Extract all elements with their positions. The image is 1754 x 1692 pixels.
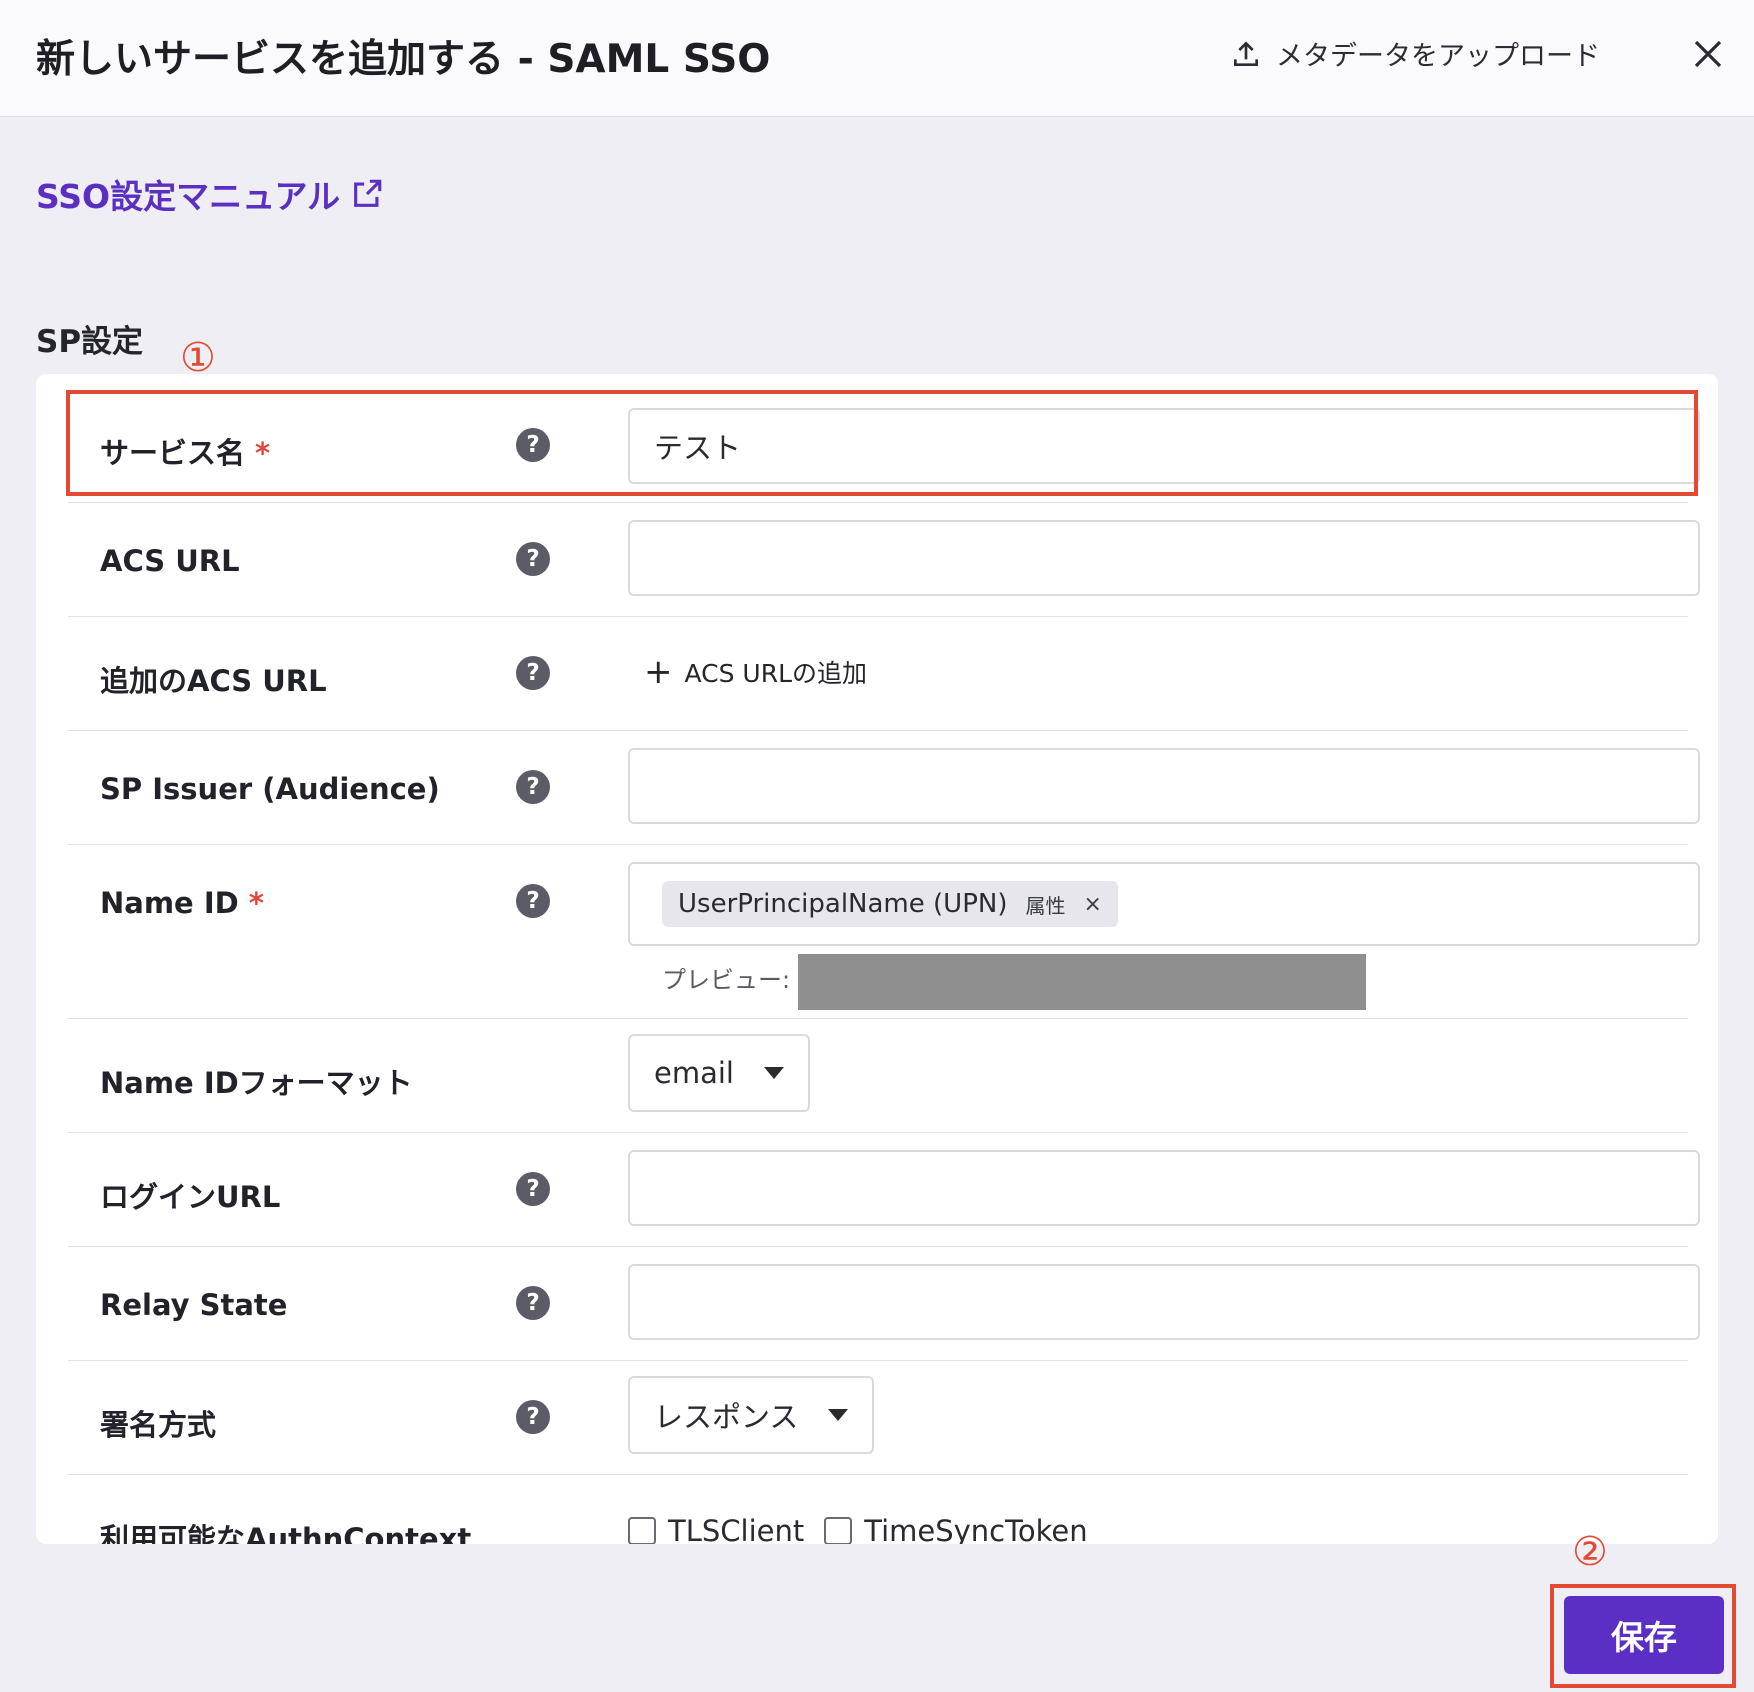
row-sp-issuer: SP Issuer (Audience) ? <box>68 730 1700 845</box>
sp-settings-card: サービス名 * ? テスト ACS URL ? 追加のACS URL ? + AC… <box>36 374 1718 1544</box>
upload-metadata-button[interactable]: メタデータをアップロード <box>1230 34 1600 73</box>
help-icon[interactable]: ? <box>516 656 550 690</box>
checkbox-label: TimeSyncToken <box>864 1514 1088 1544</box>
checkbox-timesynctoken[interactable]: TimeSyncToken <box>824 1514 1088 1544</box>
name-id-format-select[interactable]: email <box>628 1034 810 1112</box>
name-id-label: Name ID * <box>100 886 264 920</box>
annotation-highlight-1 <box>66 390 1698 496</box>
external-link-icon <box>354 179 382 207</box>
caret-down-icon <box>763 1067 784 1079</box>
checkbox-label: TLSClient <box>668 1514 805 1544</box>
additional-acs-url-label: 追加のACS URL <box>100 664 327 698</box>
sp-issuer-input[interactable] <box>628 748 1700 824</box>
dialog-title: 新しいサービスを追加する - SAML SSO <box>36 37 771 82</box>
login-url-input[interactable] <box>628 1150 1700 1226</box>
help-icon[interactable]: ? <box>516 884 550 918</box>
dialog-header: 新しいサービスを追加する - SAML SSO メタデータをアップロード <box>0 0 1754 117</box>
row-name-id-format: Name IDフォーマット email <box>68 1018 1688 1133</box>
annotation-marker-1: ① <box>180 335 216 381</box>
checkbox-box[interactable] <box>628 1517 656 1544</box>
help-icon[interactable]: ? <box>516 770 550 804</box>
row-login-url: ログインURL ? <box>68 1132 1700 1247</box>
signing-method-value: レスポンス <box>654 1400 799 1434</box>
name-id-input[interactable]: UserPrincipalName (UPN) 属性 × <box>628 862 1700 946</box>
chip-remove-icon[interactable]: × <box>1083 892 1101 917</box>
name-id-format-value: email <box>654 1056 734 1090</box>
preview-label: プレビュー: <box>662 966 791 994</box>
row-name-id: Name ID * ? UserPrincipalName (UPN) 属性 × … <box>68 844 1700 1019</box>
help-icon[interactable]: ? <box>516 1286 550 1320</box>
signing-method-select[interactable]: レスポンス <box>628 1376 875 1454</box>
acs-url-label: ACS URL <box>100 544 240 578</box>
section-title: SP設定 <box>36 324 144 360</box>
checkbox-tlsclient[interactable]: TLSClient <box>628 1514 804 1544</box>
close-icon[interactable] <box>1690 36 1726 72</box>
relay-state-label: Relay State <box>100 1288 288 1322</box>
name-id-chip: UserPrincipalName (UPN) 属性 × <box>662 881 1118 927</box>
preview-redacted-value <box>798 954 1366 1010</box>
sp-issuer-label: SP Issuer (Audience) <box>100 772 440 806</box>
add-acs-url-label: ACS URLの追加 <box>684 659 868 688</box>
name-id-format-label: Name IDフォーマット <box>100 1066 413 1100</box>
save-button[interactable]: 保存 <box>1564 1596 1724 1674</box>
login-url-label: ログインURL <box>100 1180 281 1214</box>
plus-icon: + <box>644 652 673 692</box>
row-relay-state: Relay State ? <box>68 1246 1700 1361</box>
signing-method-label: 署名方式 <box>100 1408 217 1442</box>
upload-metadata-label: メタデータをアップロード <box>1276 41 1600 72</box>
authn-context-options: TLSClient TimeSyncToken <box>628 1514 1088 1544</box>
help-icon[interactable]: ? <box>516 1400 550 1434</box>
help-icon[interactable]: ? <box>516 542 550 576</box>
row-additional-acs-url: 追加のACS URL ? + ACS URLの追加 <box>68 616 1688 731</box>
caret-down-icon <box>828 1409 849 1421</box>
chip-text: UserPrincipalName (UPN) <box>678 889 1008 919</box>
row-authn-context: 利用可能なAuthnContext TLSClient TimeSyncToke… <box>68 1474 1688 1544</box>
help-icon[interactable]: ? <box>516 1172 550 1206</box>
sso-manual-label: SSO設定マニュアル <box>36 177 341 216</box>
required-marker: * <box>248 886 264 920</box>
chip-tag: 属性 <box>1025 893 1066 918</box>
row-signing-method: 署名方式 ? レスポンス <box>68 1360 1688 1475</box>
relay-state-input[interactable] <box>628 1264 1700 1340</box>
upload-icon <box>1234 40 1258 66</box>
row-acs-url: ACS URL ? <box>68 502 1700 617</box>
annotation-marker-2: ② <box>1572 1529 1608 1575</box>
checkbox-box[interactable] <box>824 1517 853 1544</box>
sso-manual-link[interactable]: SSO設定マニュアル <box>36 170 384 218</box>
add-acs-url-button[interactable]: + ACS URLの追加 <box>644 654 867 690</box>
authn-context-label: 利用可能なAuthnContext <box>100 1522 472 1544</box>
acs-url-input[interactable] <box>628 520 1700 596</box>
